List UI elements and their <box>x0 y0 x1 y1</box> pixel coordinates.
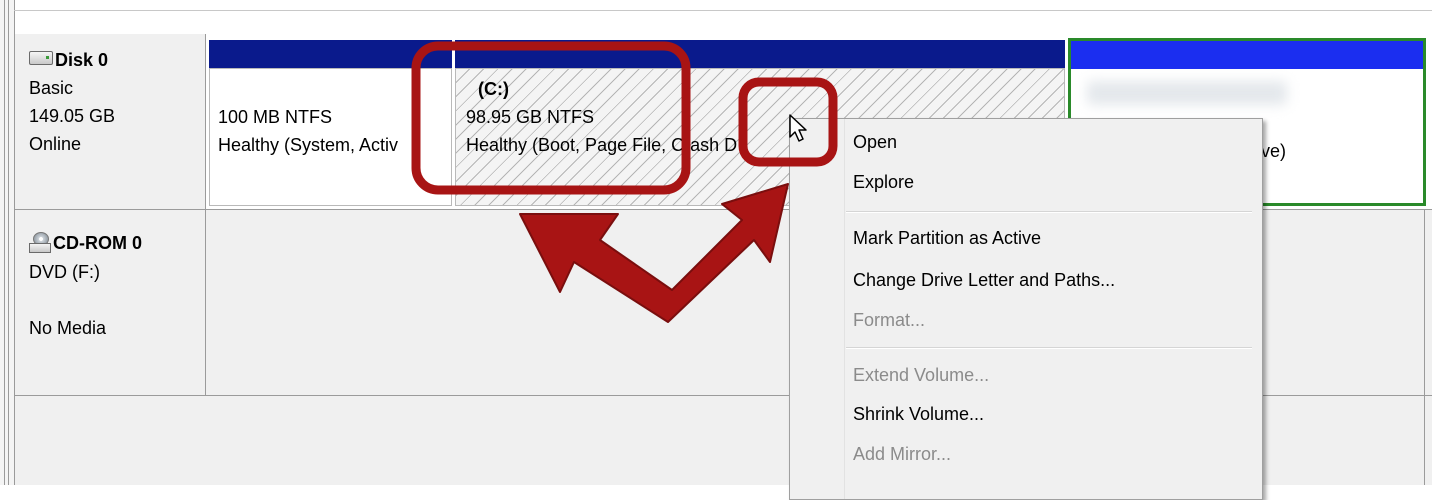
partition-bar <box>209 40 452 68</box>
hard-disk-icon <box>29 51 53 65</box>
cd-drive-icon <box>29 232 51 253</box>
window-frame-left <box>0 0 15 485</box>
partition-1-size: 100 MB NTFS <box>218 107 333 127</box>
partition-bar <box>455 40 1065 68</box>
menu-item-add-mirror[interactable]: Add Mirror... <box>853 444 951 465</box>
context-menu: Open Explore Mark Partition as Active Ch… <box>789 118 1263 500</box>
partition-2-size: 98.95 GB NTFS <box>466 107 595 127</box>
disk-0-title: Disk 0 <box>29 50 108 71</box>
menu-gutter <box>844 119 845 499</box>
disk-0-label[interactable]: Disk 0 Basic 149.05 GB Online <box>15 34 206 210</box>
menu-separator <box>846 347 1252 349</box>
cdrom-0-label[interactable]: CD-ROM 0 DVD (F:) No Media <box>15 210 206 396</box>
menu-item-open[interactable]: Open <box>853 132 897 153</box>
menu-item-extend-volume[interactable]: Extend Volume... <box>853 365 989 386</box>
menu-item-shrink-volume[interactable]: Shrink Volume... <box>853 404 984 425</box>
menu-item-change-drive-letter[interactable]: Change Drive Letter and Paths... <box>853 270 1115 291</box>
top-divider <box>14 10 1432 11</box>
partition-2-label: (C:) <box>478 79 509 99</box>
cdrom-0-name: CD-ROM 0 <box>53 233 142 253</box>
menu-item-explore[interactable]: Explore <box>853 172 914 193</box>
blurred-volume-label <box>1087 81 1287 105</box>
menu-item-mark-active[interactable]: Mark Partition as Active <box>853 228 1041 249</box>
cdrom-0-type: DVD (F:) <box>29 262 100 282</box>
disk-0-status: Online <box>29 134 82 154</box>
vertical-divider <box>1424 210 1425 485</box>
disk-0-type: Basic <box>29 78 74 98</box>
partition-2-status: Healthy (Boot, Page File, Crash D <box>466 135 738 155</box>
partition-system-reserved[interactable]: 100 MB NTFS Healthy (System, Activ <box>209 40 452 206</box>
menu-separator <box>846 211 1252 213</box>
partition-body: 100 MB NTFS Healthy (System, Activ <box>209 68 452 206</box>
partition-1-status: Healthy (System, Activ <box>218 135 399 155</box>
mouse-cursor-icon <box>789 114 807 142</box>
cdrom-0-status: No Media <box>29 318 107 338</box>
disk-0-size: 149.05 GB <box>29 106 116 126</box>
menu-item-format[interactable]: Format... <box>853 310 925 331</box>
disk-0-name: Disk 0 <box>55 50 109 70</box>
partition-bar-selected <box>1071 41 1423 69</box>
cdrom-0-title: CD-ROM 0 <box>29 232 142 254</box>
